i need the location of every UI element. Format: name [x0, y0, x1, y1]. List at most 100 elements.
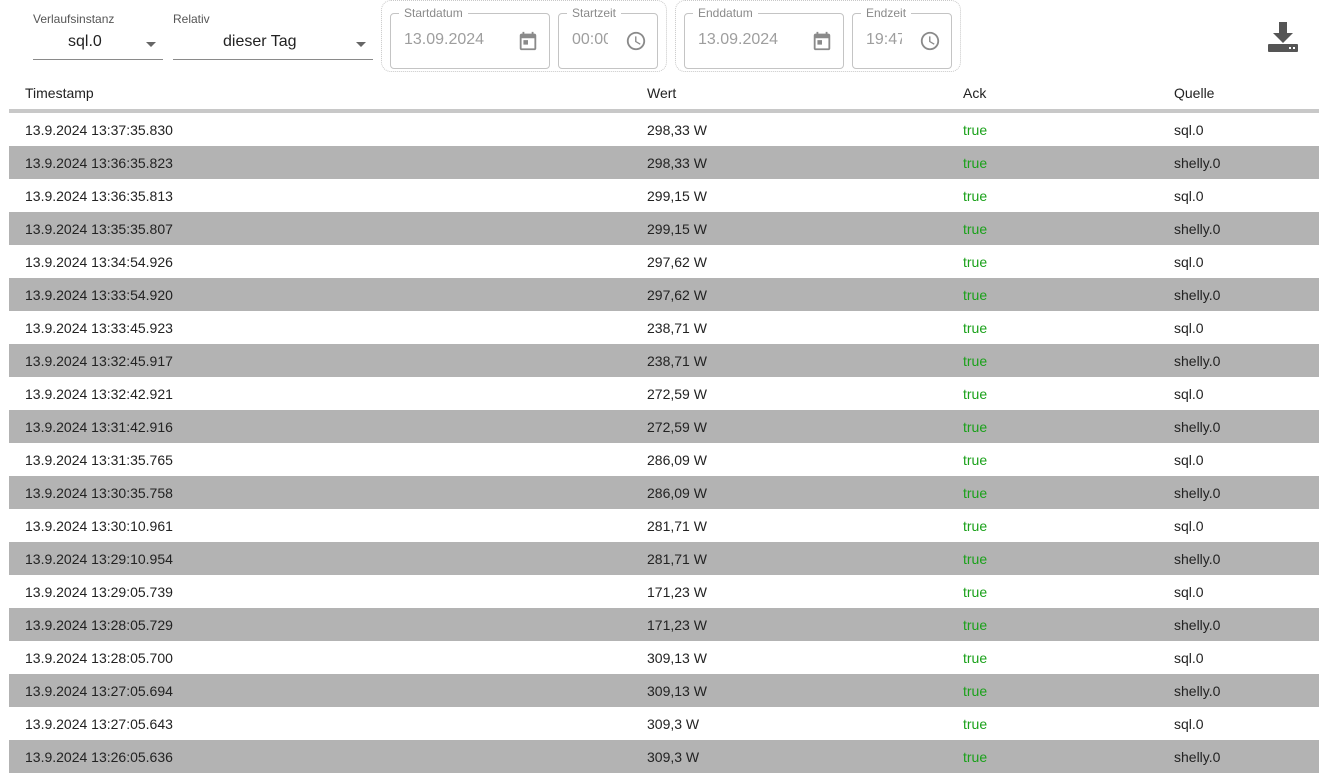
- cell-timestamp: 13.9.2024 13:32:45.917: [9, 344, 631, 377]
- table-row[interactable]: 13.9.2024 13:33:54.920 297,62 Wtrue shelly…: [9, 278, 1319, 311]
- table-row[interactable]: 13.9.2024 13:30:10.961 281,71 Wtrue sql.0: [9, 509, 1319, 542]
- calendar-icon[interactable]: [811, 30, 833, 52]
- cell-timestamp: 13.9.2024 13:37:35.830: [9, 111, 631, 146]
- start-time-value: 00:00: [572, 31, 608, 48]
- cell-source: sql.0: [1158, 443, 1319, 476]
- end-date-value: 13.09.2024: [698, 31, 779, 48]
- table-header: Timestamp Wert Ack Quelle: [9, 76, 1319, 113]
- end-time-field[interactable]: Endzeit 19:47: [852, 6, 952, 69]
- column-header-source[interactable]: Quelle: [1158, 76, 1319, 113]
- cell-value: 309,3 W: [631, 707, 947, 740]
- cell-value: 238,71 W: [631, 311, 947, 344]
- cell-timestamp: 13.9.2024 13:27:05.643: [9, 707, 631, 740]
- cell-source: sql.0: [1158, 245, 1319, 278]
- cell-ack: true: [947, 377, 1158, 410]
- cell-source: sql.0: [1158, 575, 1319, 608]
- cell-timestamp: 13.9.2024 13:29:05.739: [9, 575, 631, 608]
- calendar-icon[interactable]: [517, 30, 539, 52]
- cell-timestamp: 13.9.2024 13:31:42.916: [9, 410, 631, 443]
- cell-ack: true: [947, 344, 1158, 377]
- cell-ack: true: [947, 542, 1158, 575]
- start-date-field[interactable]: Startdatum 13.09.2024: [390, 6, 550, 69]
- table-row[interactable]: 13.9.2024 13:35:35.807 299,15 Wtrue shelly…: [9, 212, 1319, 245]
- cell-source: sql.0: [1158, 641, 1319, 674]
- cell-value: 309,13 W: [631, 674, 947, 707]
- cell-ack: true: [947, 476, 1158, 509]
- cell-source: shelly.0: [1158, 740, 1319, 773]
- cell-timestamp: 13.9.2024 13:30:10.961: [9, 509, 631, 542]
- table-row[interactable]: 13.9.2024 13:31:42.916 272,59 Wtrue shelly…: [9, 410, 1319, 443]
- table-row[interactable]: 13.9.2024 13:36:35.823 298,33 Wtrue shelly…: [9, 146, 1319, 179]
- cell-timestamp: 13.9.2024 13:29:10.954: [9, 542, 631, 575]
- table-row[interactable]: 13.9.2024 13:31:35.765 286,09 Wtrue sql.0: [9, 443, 1319, 476]
- cell-ack: true: [947, 179, 1158, 212]
- table-row[interactable]: 13.9.2024 13:36:35.813 299,15 Wtrue sql.0: [9, 179, 1319, 212]
- download-icon[interactable]: [1266, 20, 1300, 54]
- column-header-ack[interactable]: Ack: [947, 76, 1158, 113]
- cell-timestamp: 13.9.2024 13:31:35.765: [9, 443, 631, 476]
- start-time-field[interactable]: Startzeit 00:00: [558, 6, 658, 69]
- table-row[interactable]: 13.9.2024 13:29:10.954 281,71 Wtrue shelly…: [9, 542, 1319, 575]
- cell-timestamp: 13.9.2024 13:27:05.694: [9, 674, 631, 707]
- cell-value: 171,23 W: [631, 608, 947, 641]
- table-row[interactable]: 13.9.2024 13:27:05.694 309,13 Wtrue shelly…: [9, 674, 1319, 707]
- cell-value: 272,59 W: [631, 377, 947, 410]
- cell-value: 309,3 W: [631, 740, 947, 773]
- cell-value: 298,33 W: [631, 111, 947, 146]
- end-date-field[interactable]: Enddatum 13.09.2024: [684, 6, 844, 69]
- cell-source: shelly.0: [1158, 674, 1319, 707]
- start-date-label: Startdatum: [399, 6, 468, 20]
- cell-value: 272,59 W: [631, 410, 947, 443]
- column-header-value[interactable]: Wert: [631, 76, 947, 113]
- start-date-value: 13.09.2024: [404, 31, 485, 48]
- cell-ack: true: [947, 311, 1158, 344]
- cell-source: shelly.0: [1158, 278, 1319, 311]
- cell-timestamp: 13.9.2024 13:30:35.758: [9, 476, 631, 509]
- instance-select[interactable]: Verlaufsinstanz sql.0: [33, 0, 163, 62]
- cell-timestamp: 13.9.2024 13:33:45.923: [9, 311, 631, 344]
- table-row[interactable]: 13.9.2024 13:33:45.923 238,71 Wtrue sql.0: [9, 311, 1319, 344]
- relative-select-caret-icon: [356, 42, 366, 47]
- table-row[interactable]: 13.9.2024 13:30:35.758 286,09 Wtrue shelly…: [9, 476, 1319, 509]
- table-row[interactable]: 13.9.2024 13:27:05.643 309,3 Wtrue sql.0: [9, 707, 1319, 740]
- cell-ack: true: [947, 278, 1158, 311]
- table-row[interactable]: 13.9.2024 13:32:42.921 272,59 Wtrue sql.0: [9, 377, 1319, 410]
- cell-value: 238,71 W: [631, 344, 947, 377]
- table-row[interactable]: 13.9.2024 13:26:05.636 309,3 Wtrue shelly.…: [9, 740, 1319, 773]
- cell-source: sql.0: [1158, 509, 1319, 542]
- cell-source: sql.0: [1158, 111, 1319, 146]
- cell-ack: true: [947, 608, 1158, 641]
- table-row[interactable]: 13.9.2024 13:34:54.926 297,62 Wtrue sql.0: [9, 245, 1319, 278]
- table-row[interactable]: 13.9.2024 13:37:35.830 298,33 Wtrue sql.0: [9, 111, 1319, 146]
- cell-source: shelly.0: [1158, 476, 1319, 509]
- cell-source: sql.0: [1158, 311, 1319, 344]
- cell-ack: true: [947, 212, 1158, 245]
- table-row[interactable]: 13.9.2024 13:29:05.739 171,23 Wtrue sql.0: [9, 575, 1319, 608]
- cell-value: 309,13 W: [631, 641, 947, 674]
- clock-icon[interactable]: [919, 30, 941, 52]
- table-row[interactable]: 13.9.2024 13:28:05.700 309,13 Wtrue sql.0: [9, 641, 1319, 674]
- cell-source: shelly.0: [1158, 608, 1319, 641]
- history-table-container: Timestamp Wert Ack Quelle 13.9.2024 13:3…: [9, 76, 1319, 773]
- end-time-label: Endzeit: [861, 6, 912, 20]
- table-row[interactable]: 13.9.2024 13:28:05.729 171,23 Wtrue shelly…: [9, 608, 1319, 641]
- clock-icon[interactable]: [625, 30, 647, 52]
- cell-timestamp: 13.9.2024 13:34:54.926: [9, 245, 631, 278]
- cell-source: sql.0: [1158, 707, 1319, 740]
- cell-ack: true: [947, 410, 1158, 443]
- instance-select-label: Verlaufsinstanz: [33, 12, 115, 26]
- cell-source: shelly.0: [1158, 542, 1319, 575]
- cell-value: 297,62 W: [631, 278, 947, 311]
- column-header-timestamp[interactable]: Timestamp: [9, 76, 631, 113]
- relative-select-underline: [173, 59, 373, 60]
- cell-timestamp: 13.9.2024 13:35:35.807: [9, 212, 631, 245]
- cell-ack: true: [947, 245, 1158, 278]
- cell-value: 299,15 W: [631, 179, 947, 212]
- cell-ack: true: [947, 707, 1158, 740]
- relative-select-label: Relativ: [173, 12, 210, 26]
- end-date-label: Enddatum: [693, 6, 758, 20]
- relative-select[interactable]: Relativ dieser Tag: [173, 0, 373, 62]
- cell-timestamp: 13.9.2024 13:36:35.813: [9, 179, 631, 212]
- table-row[interactable]: 13.9.2024 13:32:45.917 238,71 Wtrue shelly…: [9, 344, 1319, 377]
- cell-value: 281,71 W: [631, 509, 947, 542]
